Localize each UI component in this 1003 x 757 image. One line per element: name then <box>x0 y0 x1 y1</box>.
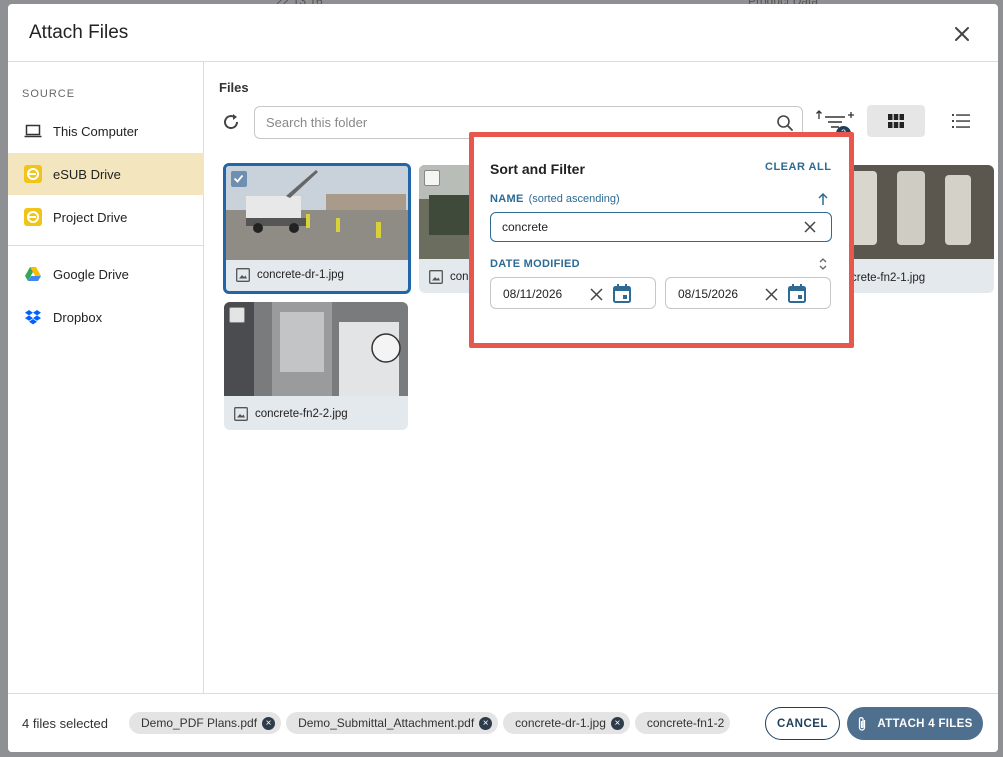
file-thumbnail <box>226 166 408 260</box>
date-to-value: 08/15/2026 <box>678 287 739 301</box>
file-checkbox[interactable] <box>231 171 247 187</box>
list-view-button[interactable] <box>941 105 981 137</box>
clear-date-icon[interactable] <box>590 288 603 301</box>
sidebar-divider <box>8 245 204 246</box>
sort-ascending-icon[interactable] <box>817 192 829 206</box>
remove-chip-icon[interactable]: × <box>610 716 624 730</box>
sort-unsorted-icon[interactable] <box>817 257 829 271</box>
name-filter-input[interactable] <box>490 212 832 242</box>
selected-file-chip: Demo_Submittal_Attachment.pdf × <box>286 712 499 734</box>
attach-files-button[interactable]: ATTACH 4 FILES <box>847 707 983 740</box>
file-checkbox[interactable] <box>424 170 440 186</box>
list-icon <box>952 114 970 128</box>
sidebar-item-label: This Computer <box>53 123 139 139</box>
attach-files-dialog: Attach Files SOURCE This Computer eSUB D… <box>8 4 998 752</box>
chip-label: concrete-fn1-2 <box>646 716 725 730</box>
file-card[interactable]: concrete-dr-1.jpg <box>223 163 411 294</box>
esub-drive-icon <box>24 165 42 183</box>
remove-chip-icon[interactable]: × <box>262 716 276 730</box>
close-icon[interactable] <box>951 23 973 45</box>
files-title: Files <box>219 80 249 95</box>
dialog-footer: 4 files selected Demo_PDF Plans.pdf × Demo… <box>8 693 998 752</box>
popover-title: Sort and Filter <box>490 161 585 177</box>
image-file-icon <box>234 407 248 421</box>
selected-count: 4 files selected <box>22 716 108 731</box>
sidebar-item-label: Dropbox <box>53 309 103 325</box>
sidebar-item-project-drive[interactable]: Project Drive <box>8 196 204 238</box>
calendar-icon[interactable] <box>613 284 631 303</box>
chip-label: concrete-dr-1.jpg <box>515 716 606 730</box>
file-name: crete-fn2-1.jpg <box>851 272 926 284</box>
sidebar-item-dropbox[interactable]: Dropbox <box>8 296 204 338</box>
file-checkbox[interactable] <box>229 307 245 323</box>
dialog-title: Attach Files <box>29 22 129 43</box>
source-sidebar: SOURCE This Computer eSUB Drive Project … <box>8 62 204 693</box>
date-modified-label: DATE MODIFIED <box>490 258 580 270</box>
selected-file-chip: concrete-dr-1.jpg × <box>503 712 630 734</box>
date-from-field[interactable]: 08/11/2026 <box>490 277 656 309</box>
file-caption: conc <box>429 270 474 284</box>
file-caption: concrete-dr-1.jpg <box>236 268 344 282</box>
chip-label: Demo_PDF Plans.pdf <box>141 716 258 730</box>
sidebar-item-this-computer[interactable]: This Computer <box>8 110 204 152</box>
file-card[interactable]: concrete-fn2-2.jpg <box>224 302 408 430</box>
file-caption: concrete-fn2-2.jpg <box>234 407 348 421</box>
esub-drive-icon <box>24 208 42 226</box>
chip-label: Demo_Submittal_Attachment.pdf <box>298 716 475 730</box>
sidebar-item-label: Google Drive <box>53 266 129 282</box>
laptop-icon <box>24 122 42 140</box>
file-caption: crete-fn2-1.jpg <box>851 272 925 284</box>
selected-files-chips: Demo_PDF Plans.pdf × Demo_Submittal_Attach… <box>129 712 750 736</box>
name-label-text: NAME <box>490 193 524 205</box>
remove-chip-icon[interactable]: × <box>479 716 493 730</box>
search-icon[interactable] <box>776 114 794 132</box>
file-name: concrete-dr-1.jpg <box>257 269 344 281</box>
sidebar-item-label: Project Drive <box>53 209 128 225</box>
file-thumbnail <box>224 302 408 396</box>
calendar-icon[interactable] <box>788 284 806 303</box>
image-file-icon <box>236 268 250 282</box>
dropbox-icon <box>24 308 42 326</box>
date-from-value: 08/11/2026 <box>503 287 563 301</box>
image-file-icon <box>429 270 443 284</box>
dialog-header: Attach Files <box>8 4 998 62</box>
name-filter-label: NAME (sorted ascending) <box>490 193 620 205</box>
refresh-icon[interactable] <box>221 112 241 132</box>
sort-filter-popover: Sort and Filter CLEAR ALL NAME (sorted as… <box>469 132 854 348</box>
file-name: concrete-fn2-2.jpg <box>255 408 348 420</box>
sort-note: (sorted ascending) <box>528 193 620 205</box>
paperclip-icon <box>859 716 866 731</box>
grid-view-button[interactable] <box>867 105 925 137</box>
cancel-button[interactable]: CANCEL <box>765 707 840 740</box>
selected-file-chip: Demo_PDF Plans.pdf × <box>129 712 282 734</box>
source-label: SOURCE <box>22 88 76 100</box>
sidebar-item-google-drive[interactable]: Google Drive <box>8 253 204 295</box>
clear-all-button[interactable]: CLEAR ALL <box>765 161 831 173</box>
google-drive-icon <box>24 265 42 283</box>
grid-icon <box>888 114 904 128</box>
sidebar-item-label: eSUB Drive <box>53 166 121 182</box>
date-to-field[interactable]: 08/15/2026 <box>665 277 831 309</box>
clear-date-icon[interactable] <box>765 288 778 301</box>
attach-files-label: ATTACH 4 FILES <box>877 717 973 730</box>
sidebar-item-esub-drive[interactable]: eSUB Drive <box>8 153 204 195</box>
clear-name-icon[interactable] <box>804 221 816 233</box>
selected-file-chip: concrete-fn1-2 <box>634 712 731 734</box>
